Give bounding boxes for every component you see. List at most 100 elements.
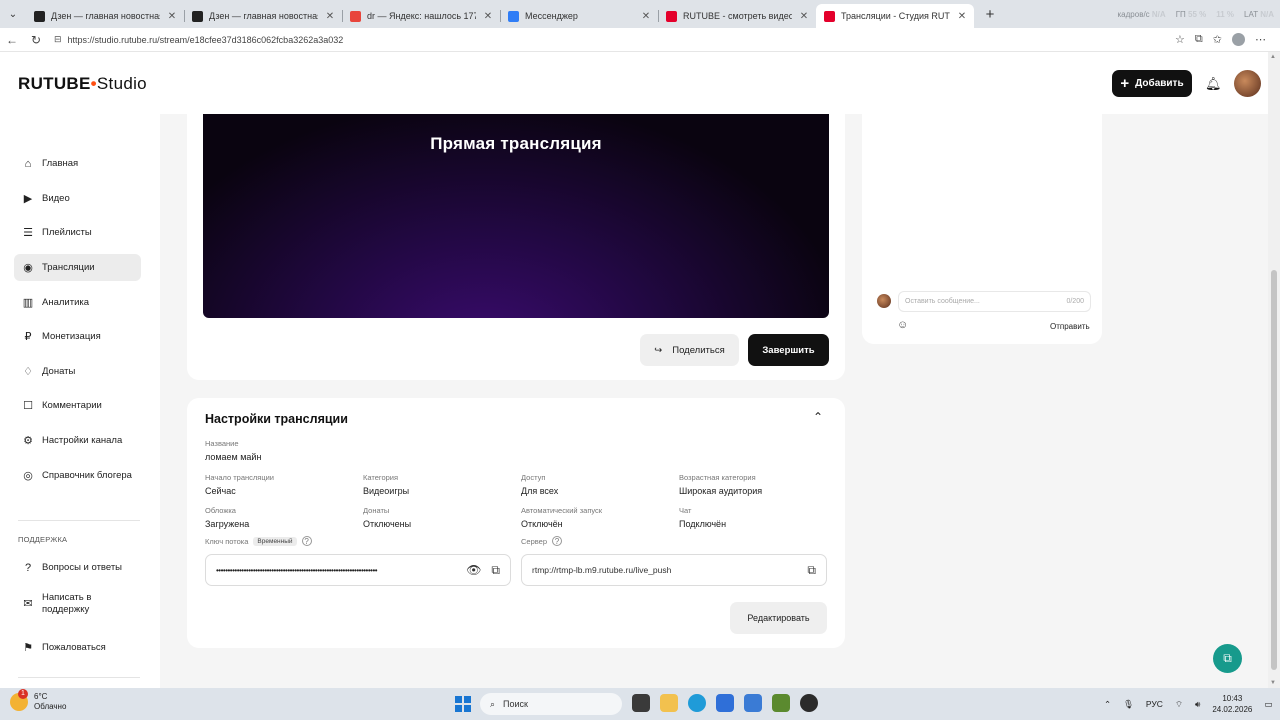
- tab-title: Дзен — главная новостная инфо: [209, 11, 318, 21]
- sidebar-item-comment[interactable]: ☐ Комментарии: [14, 392, 141, 419]
- close-tab-icon[interactable]: ✕: [640, 11, 652, 22]
- send-button[interactable]: Отправить: [1050, 322, 1090, 331]
- volume-icon[interactable]: 🔊︎: [1195, 699, 1200, 710]
- tab-list-icon[interactable]: ⌄: [0, 0, 26, 28]
- sidebar-item-video[interactable]: ▶ Видео: [14, 185, 141, 212]
- browser-tab[interactable]: RUTUBE - смотреть видео онлай ✕: [658, 4, 816, 28]
- edge-browser-icon[interactable]: [688, 694, 706, 712]
- windows-start-icon[interactable]: [455, 696, 471, 712]
- sidebar-item-donate[interactable]: ♢ Донаты: [14, 358, 141, 385]
- stream-key-field[interactable]: ••••••••••••••••••••••••••••••••••••••••…: [205, 554, 511, 586]
- search-icon: ⌕: [490, 698, 496, 709]
- sidebar-item-book[interactable]: ◎ Справочник блогера: [14, 462, 141, 489]
- back-icon[interactable]: ←: [0, 33, 24, 47]
- sidebar-item-monetization[interactable]: ₽ Монетизация: [14, 323, 141, 350]
- copy-icon[interactable]: ⧉: [491, 563, 500, 578]
- home-icon: ⌂: [24, 157, 32, 170]
- clock[interactable]: 10:43 24.02.2026: [1212, 693, 1252, 715]
- add-button[interactable]: + Добавить: [1112, 70, 1192, 97]
- wifi-icon[interactable]: ⌔: [1175, 699, 1183, 710]
- server-url-field[interactable]: rtmp://rtmp-lb.m9.rutube.ru/live_push ⧉: [521, 554, 827, 586]
- emoji-icon[interactable]: ☺: [897, 319, 908, 331]
- sidebar-item-label: Монетизация: [42, 331, 101, 342]
- mic-icon[interactable]: 🎙︎: [1123, 699, 1134, 710]
- help-icon[interactable]: ?: [301, 536, 312, 546]
- sidebar-item-playlist[interactable]: ☰ Плейлисты: [14, 219, 141, 246]
- gear-icon: ⚙: [23, 435, 33, 447]
- tab-title: RUTUBE - смотреть видео онлай: [683, 11, 792, 21]
- language-indicator[interactable]: РУС: [1146, 699, 1163, 709]
- field-label: Доступ: [521, 473, 546, 482]
- settings-field: Доступ Для всех: [521, 473, 558, 496]
- system-tray: ⌃ 🎙︎ РУС ⌔ 🔊︎ 10:43 24.02.2026 ▭: [1104, 688, 1272, 720]
- chat-message-input[interactable]: Оставить сообщение... 0/200: [898, 291, 1091, 312]
- reload-icon[interactable]: ↻: [24, 33, 48, 47]
- app-icon[interactable]: [800, 694, 818, 712]
- sidebar-item-analytics[interactable]: ▥ Аналитика: [14, 289, 141, 316]
- settings-field: Начало трансляции Сейчас: [205, 473, 274, 496]
- bell-icon[interactable]: 🔔︎: [1205, 76, 1222, 92]
- edit-button[interactable]: Редактировать: [730, 602, 827, 634]
- favorites-icon[interactable]: ✩: [1213, 33, 1222, 46]
- close-tab-icon[interactable]: ✕: [166, 11, 178, 22]
- notifications-icon[interactable]: ▭: [1264, 699, 1272, 710]
- eye-icon[interactable]: 👁︎: [466, 563, 481, 577]
- taskbar-search[interactable]: ⌕ Поиск: [480, 693, 622, 715]
- fps-readout: кадров/с N/A: [1117, 9, 1166, 19]
- copy-icon[interactable]: ⧉: [807, 563, 816, 578]
- task-view-icon[interactable]: [632, 694, 650, 712]
- flag-icon: ⚑: [23, 642, 33, 654]
- close-tab-icon[interactable]: ✕: [956, 11, 968, 22]
- minecraft-icon[interactable]: [772, 694, 790, 712]
- bookmark-star-icon[interactable]: ☆: [1175, 33, 1185, 46]
- temporary-badge: Временный: [253, 536, 297, 546]
- outlook-icon[interactable]: [744, 694, 762, 712]
- close-tab-icon[interactable]: ✕: [324, 11, 336, 22]
- browser-menu-icon[interactable]: ⋯: [1255, 33, 1266, 46]
- sidebar-item-label: Трансляции: [42, 262, 95, 273]
- rutube-studio-logo[interactable]: RUTUBE•Studio: [18, 74, 147, 94]
- scrollbar-thumb[interactable]: [1271, 270, 1277, 670]
- sidebar-item-broadcast[interactable]: ◉ Трансляции: [14, 254, 141, 281]
- close-tab-icon[interactable]: ✕: [482, 11, 494, 22]
- help-icon[interactable]: ?: [552, 536, 563, 546]
- end-stream-button[interactable]: Завершить: [748, 334, 829, 366]
- browser-tab[interactable]: Дзен — главная новостная инфо ✕: [184, 4, 342, 28]
- tray-expand-icon[interactable]: ⌃: [1104, 699, 1111, 710]
- site-info-icon[interactable]: ⊟: [54, 34, 62, 45]
- sidebar-item-mail[interactable]: ✉ Написать в поддержку: [14, 589, 141, 619]
- playlist-icon: ☰: [23, 227, 33, 239]
- browser-tab[interactable]: Трансляции - Студия RUTUBE ✕: [816, 4, 974, 28]
- page-scrollbar[interactable]: ▲ ▼: [1268, 52, 1280, 688]
- field-value: Широкая аудитория: [679, 486, 763, 496]
- sidebar-item-gear[interactable]: ⚙ Настройки канала: [14, 427, 141, 454]
- plus-icon: +: [1120, 75, 1130, 92]
- share-button[interactable]: ↪ Поделиться: [640, 334, 739, 366]
- browser-tab[interactable]: Мессенджер ✕: [500, 4, 658, 28]
- sidebar-item-home[interactable]: ⌂ Главная: [14, 150, 141, 177]
- share-icon: ↪: [654, 344, 663, 356]
- sidebar-item-help[interactable]: ? Вопросы и ответы: [14, 554, 141, 581]
- close-tab-icon[interactable]: ✕: [798, 11, 810, 22]
- settings-field: Категория Видеоигры: [363, 473, 409, 496]
- support-chat-icon[interactable]: ⧉: [1213, 644, 1242, 673]
- scroll-down-icon[interactable]: ▼: [1270, 680, 1276, 686]
- weather-widget[interactable]: 1 6°C Облачно: [10, 689, 66, 712]
- url-field[interactable]: ⊟ https://studio.rutube.ru/stream/e18cfe…: [54, 34, 1175, 45]
- new-tab-icon[interactable]: +: [978, 6, 1002, 23]
- browser-tab[interactable]: dr — Яндекс: нашлось 177 тыс. р ✕: [342, 4, 500, 28]
- profile-icon[interactable]: [1232, 33, 1245, 46]
- settings-field: Возрастная категория Широкая аудитория: [679, 473, 762, 496]
- stream-preview[interactable]: Прямая трансляция: [203, 114, 829, 318]
- avatar[interactable]: [1234, 70, 1261, 97]
- store-icon[interactable]: [716, 694, 734, 712]
- file-explorer-icon[interactable]: [660, 694, 678, 712]
- extensions-icon[interactable]: ⧉: [1195, 33, 1203, 46]
- sidebar-item-flag[interactable]: ⚑ Пожаловаться: [14, 634, 141, 661]
- chat-panel: Оставить сообщение... 0/200 ☺ Отправить: [862, 114, 1102, 344]
- settings-field: Обложка Загружена: [205, 506, 249, 529]
- browser-tab[interactable]: Дзен — главная новостная инфо ✕: [26, 4, 184, 28]
- chevron-up-icon[interactable]: ⌃: [813, 410, 823, 424]
- tab-favicon-icon: [350, 10, 361, 22]
- scroll-up-icon[interactable]: ▲: [1270, 54, 1276, 60]
